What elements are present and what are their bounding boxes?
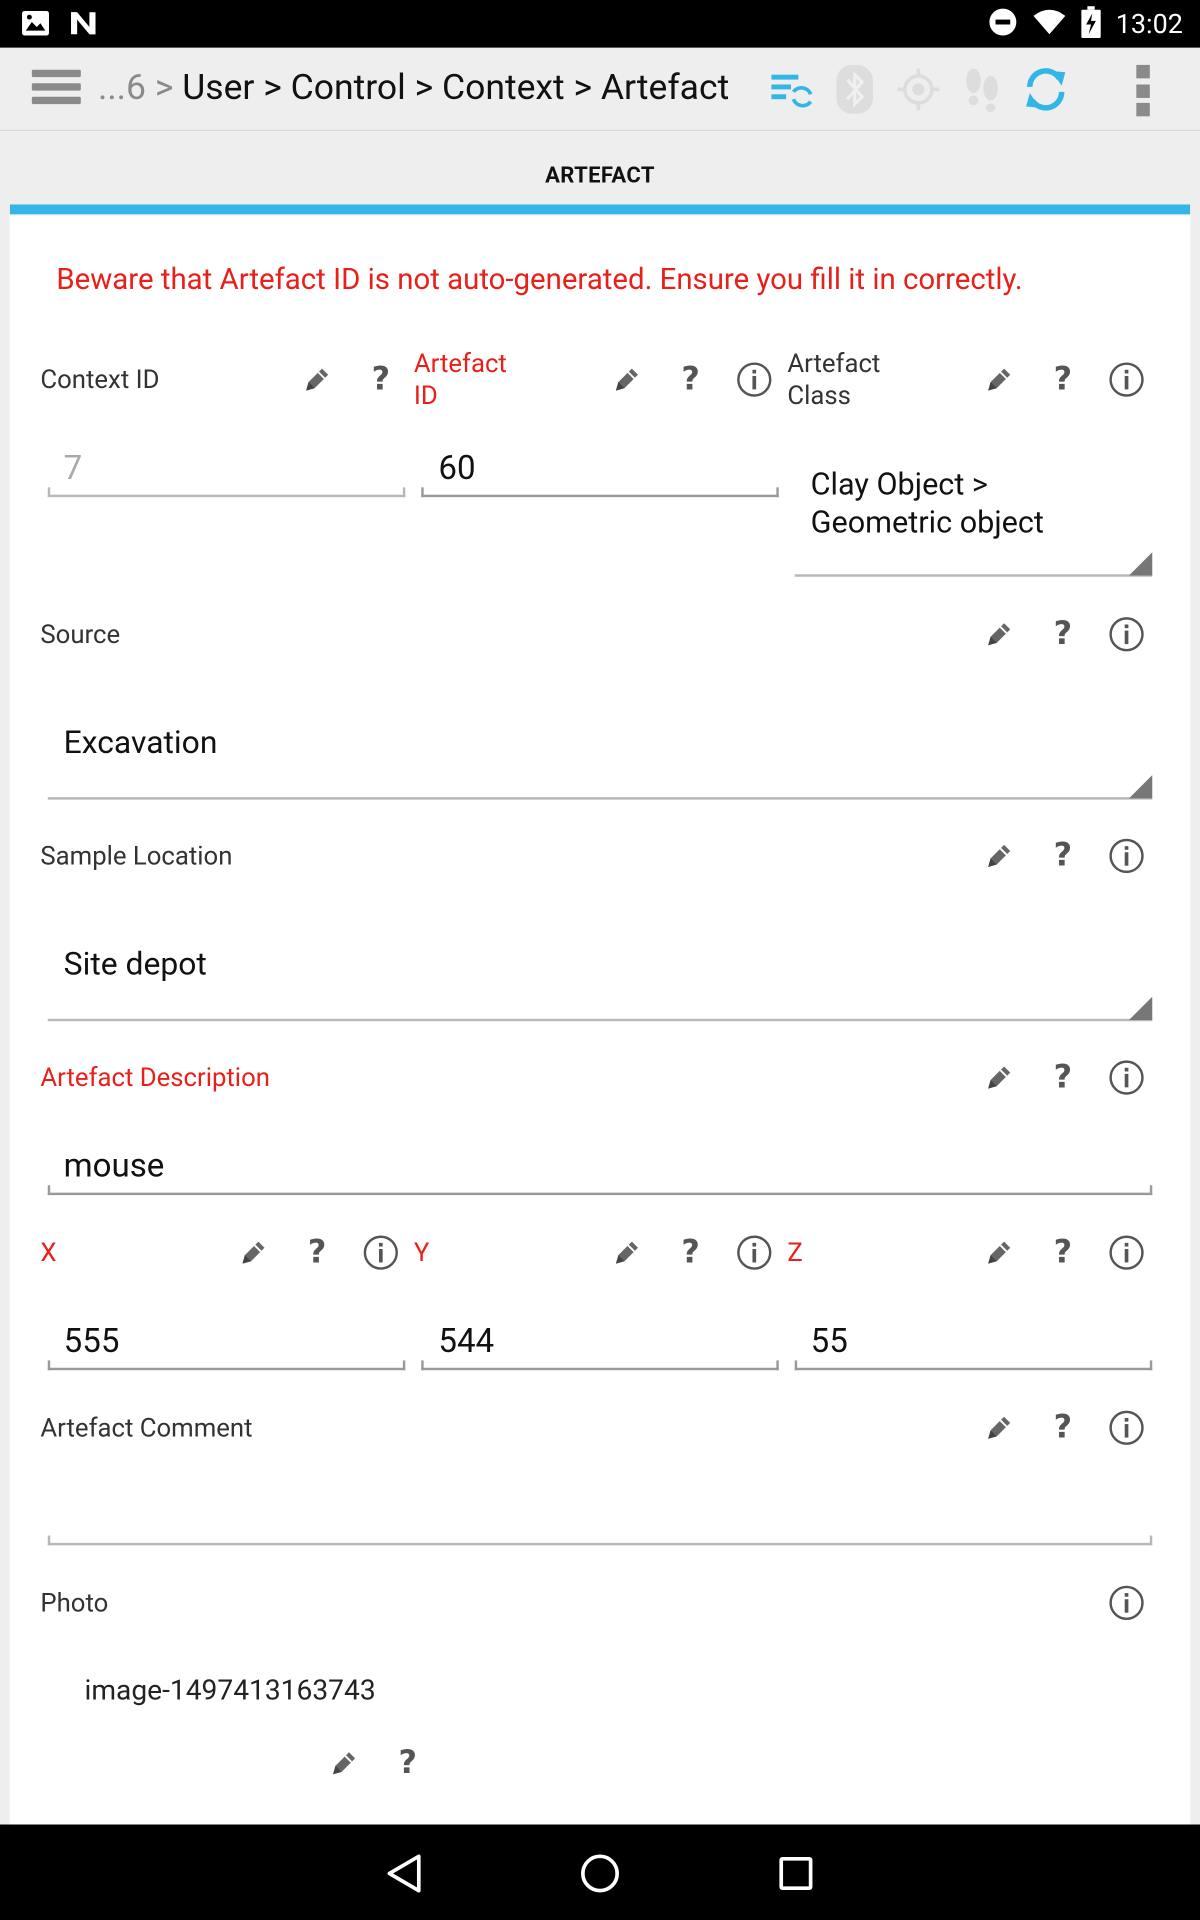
breadcrumb-path[interactable]: User > Control > Context > Artefact: [182, 67, 729, 109]
photo-label: Photo: [40, 1589, 109, 1619]
context-id-input[interactable]: 7: [64, 448, 83, 487]
breadcrumb: ...6 > User > Control > Context > Artefa…: [98, 67, 729, 109]
help-icon[interactable]: ?: [1043, 360, 1082, 399]
refresh-icon[interactable]: [1014, 62, 1078, 116]
artefact-id-label-line2: ID: [413, 382, 438, 412]
z-input[interactable]: 55: [811, 1321, 848, 1360]
recents-icon[interactable]: [769, 1847, 823, 1901]
artefact-description-input[interactable]: mouse: [64, 1146, 165, 1185]
breadcrumb-prefix[interactable]: ...6 >: [98, 67, 173, 109]
dropdown-arrow-icon: [1128, 552, 1153, 576]
right-gutter: [1190, 131, 1200, 1825]
artefact-id-label-line1: Artefact: [413, 350, 507, 380]
artefact-class-value-line2: Geometric object: [810, 505, 1044, 542]
info-icon[interactable]: [1107, 360, 1146, 399]
status-time: 13:02: [1115, 9, 1183, 40]
overflow-menu-icon[interactable]: [1136, 64, 1151, 117]
battery-charging-icon: [1081, 6, 1102, 43]
pencil-icon[interactable]: [980, 1233, 1019, 1272]
y-label: Y: [413, 1239, 430, 1269]
help-icon[interactable]: ?: [388, 1744, 427, 1783]
source-value: Excavation: [63, 724, 218, 762]
do-not-disturb-icon: [988, 7, 1017, 41]
y-input[interactable]: 544: [438, 1321, 494, 1360]
photo-filename[interactable]: image-1497413163743: [84, 1674, 375, 1707]
help-icon[interactable]: ?: [361, 360, 400, 399]
info-icon[interactable]: [735, 1233, 774, 1272]
info-icon[interactable]: [1107, 836, 1146, 875]
pencil-icon[interactable]: [298, 360, 337, 399]
back-icon[interactable]: [377, 1847, 431, 1901]
artefact-class-value-line1: Clay Object >: [810, 467, 988, 504]
help-icon[interactable]: ?: [1043, 1058, 1082, 1097]
gps-icon[interactable]: [887, 62, 951, 116]
help-icon[interactable]: ?: [671, 360, 710, 399]
artefact-id-label: Artefact ID: [414, 349, 507, 413]
context-id-label: Context ID: [40, 366, 160, 396]
info-icon[interactable]: [1107, 1583, 1146, 1622]
tab-artefact[interactable]: ARTEFACT: [9, 131, 1191, 216]
pencil-icon[interactable]: [980, 1058, 1019, 1097]
left-gutter: [0, 131, 10, 1825]
sample-location-value: Site depot: [63, 946, 207, 984]
help-icon[interactable]: ?: [1043, 1233, 1082, 1272]
artefact-class-label: Artefact Class: [787, 349, 880, 413]
pencil-icon[interactable]: [980, 360, 1019, 399]
sample-location-label: Sample Location: [40, 842, 233, 872]
info-icon[interactable]: [1107, 615, 1146, 654]
info-icon[interactable]: [1107, 1058, 1146, 1097]
artefact-id-input[interactable]: 60: [438, 448, 475, 487]
help-icon[interactable]: ?: [1043, 615, 1082, 654]
status-bar: 13:02: [0, 0, 1200, 48]
pencil-icon[interactable]: [324, 1744, 363, 1783]
info-icon[interactable]: [1107, 1233, 1146, 1272]
info-icon[interactable]: [735, 360, 774, 399]
help-icon[interactable]: ?: [298, 1233, 337, 1272]
pencil-icon[interactable]: [980, 615, 1019, 654]
help-icon[interactable]: ?: [1043, 1408, 1082, 1447]
menu-icon[interactable]: [31, 69, 81, 109]
tab-indicator: [9, 204, 1191, 215]
help-icon[interactable]: ?: [671, 1233, 710, 1272]
wifi-icon: [1033, 9, 1067, 41]
dropdown-arrow-icon: [1128, 775, 1153, 799]
artefact-description-label: Artefact Description: [40, 1064, 270, 1094]
context-id-underline: [47, 494, 406, 498]
artefact-comment-label: Artefact Comment: [40, 1414, 253, 1444]
pencil-icon[interactable]: [980, 1408, 1019, 1447]
pencil-icon[interactable]: [234, 1233, 273, 1272]
image-icon: [22, 11, 49, 40]
warning-message: Beware that Artefact ID is not auto-gene…: [56, 262, 1023, 297]
info-icon[interactable]: [1107, 1408, 1146, 1447]
x-input[interactable]: 555: [64, 1321, 120, 1360]
pencil-icon[interactable]: [980, 836, 1019, 875]
bluetooth-icon[interactable]: [823, 62, 887, 116]
n-logo-icon: [69, 10, 98, 42]
footsteps-icon[interactable]: [950, 62, 1014, 116]
help-icon[interactable]: ?: [1043, 836, 1082, 875]
sync-list-icon[interactable]: [759, 62, 823, 116]
home-icon[interactable]: [573, 1847, 627, 1901]
tab-label: ARTEFACT: [545, 162, 655, 189]
info-icon[interactable]: [361, 1233, 400, 1272]
artefact-id-underline: [421, 494, 779, 498]
navigation-bar: [0, 1824, 1200, 1920]
app-bar: ...6 > User > Control > Context > Artefa…: [0, 47, 1200, 132]
z-label: Z: [787, 1239, 803, 1269]
artefact-class-label-line2: Class: [787, 382, 851, 412]
x-label: X: [40, 1239, 57, 1269]
dropdown-arrow-icon: [1128, 996, 1153, 1021]
artefact-class-label-line1: Artefact: [787, 350, 881, 380]
source-label: Source: [40, 620, 121, 651]
pencil-icon[interactable]: [607, 360, 646, 399]
app-screen: 13:02 ...6 > User > Control > Context > …: [0, 0, 1200, 1920]
pencil-icon[interactable]: [607, 1233, 646, 1272]
